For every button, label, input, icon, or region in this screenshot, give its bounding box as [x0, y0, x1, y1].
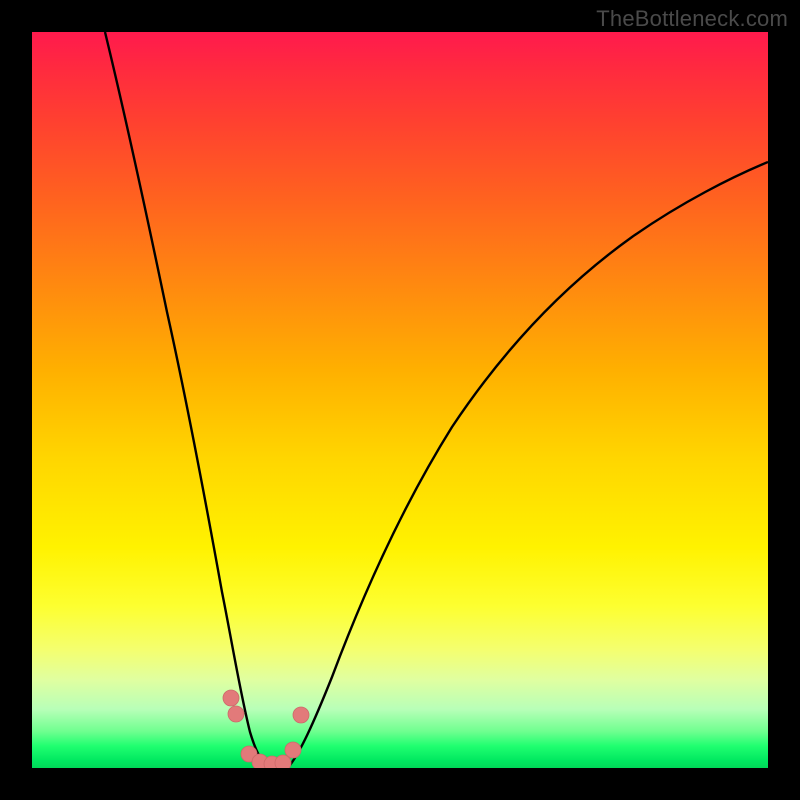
curve-left-branch	[105, 32, 267, 765]
plot-area	[32, 32, 768, 768]
marker-group	[223, 690, 309, 768]
curve-right-branch	[290, 162, 768, 765]
data-marker	[228, 706, 244, 722]
chart-svg	[32, 32, 768, 768]
data-marker	[285, 742, 301, 758]
data-marker	[293, 707, 309, 723]
data-marker	[223, 690, 239, 706]
watermark-text: TheBottleneck.com	[596, 6, 788, 32]
chart-frame: TheBottleneck.com	[0, 0, 800, 800]
